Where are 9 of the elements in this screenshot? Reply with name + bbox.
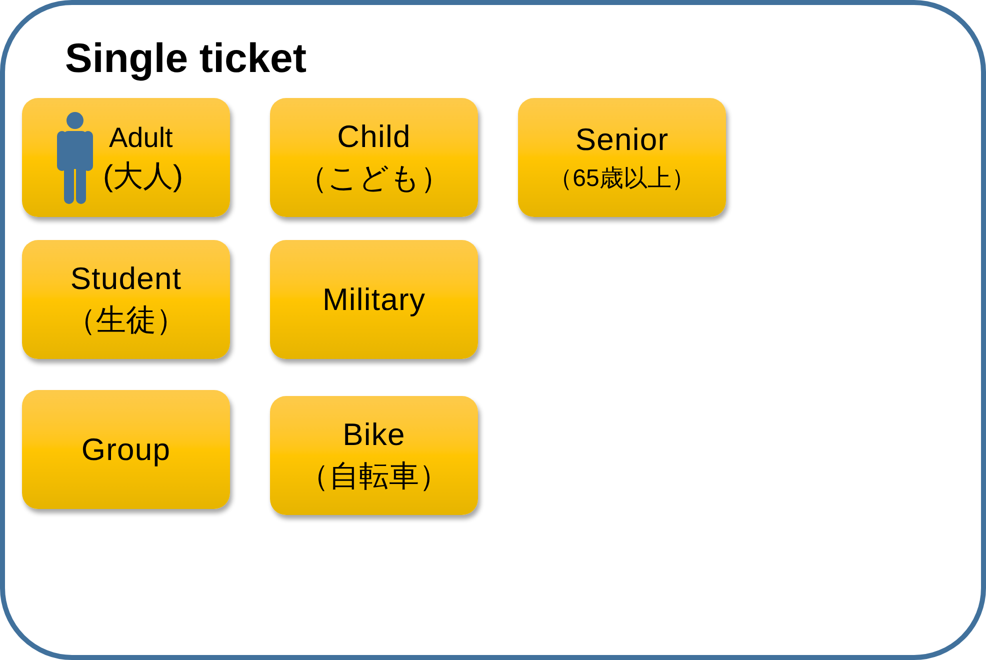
ticket-button[interactable]: Military bbox=[270, 240, 478, 359]
ticket-button[interactable]: Bike （自転車） bbox=[270, 396, 478, 515]
ticket-button[interactable]: Child （こども） bbox=[270, 98, 478, 217]
ticket-button[interactable]: Student （生徒） bbox=[22, 240, 230, 359]
ticket-button[interactable]: Adult (大人) bbox=[22, 98, 230, 217]
panel-title: Single ticket bbox=[65, 36, 307, 80]
person-icon bbox=[57, 112, 93, 204]
ticket-button[interactable]: Group bbox=[22, 390, 230, 509]
ticket-button[interactable]: Senior （65歳以上） bbox=[518, 98, 726, 217]
